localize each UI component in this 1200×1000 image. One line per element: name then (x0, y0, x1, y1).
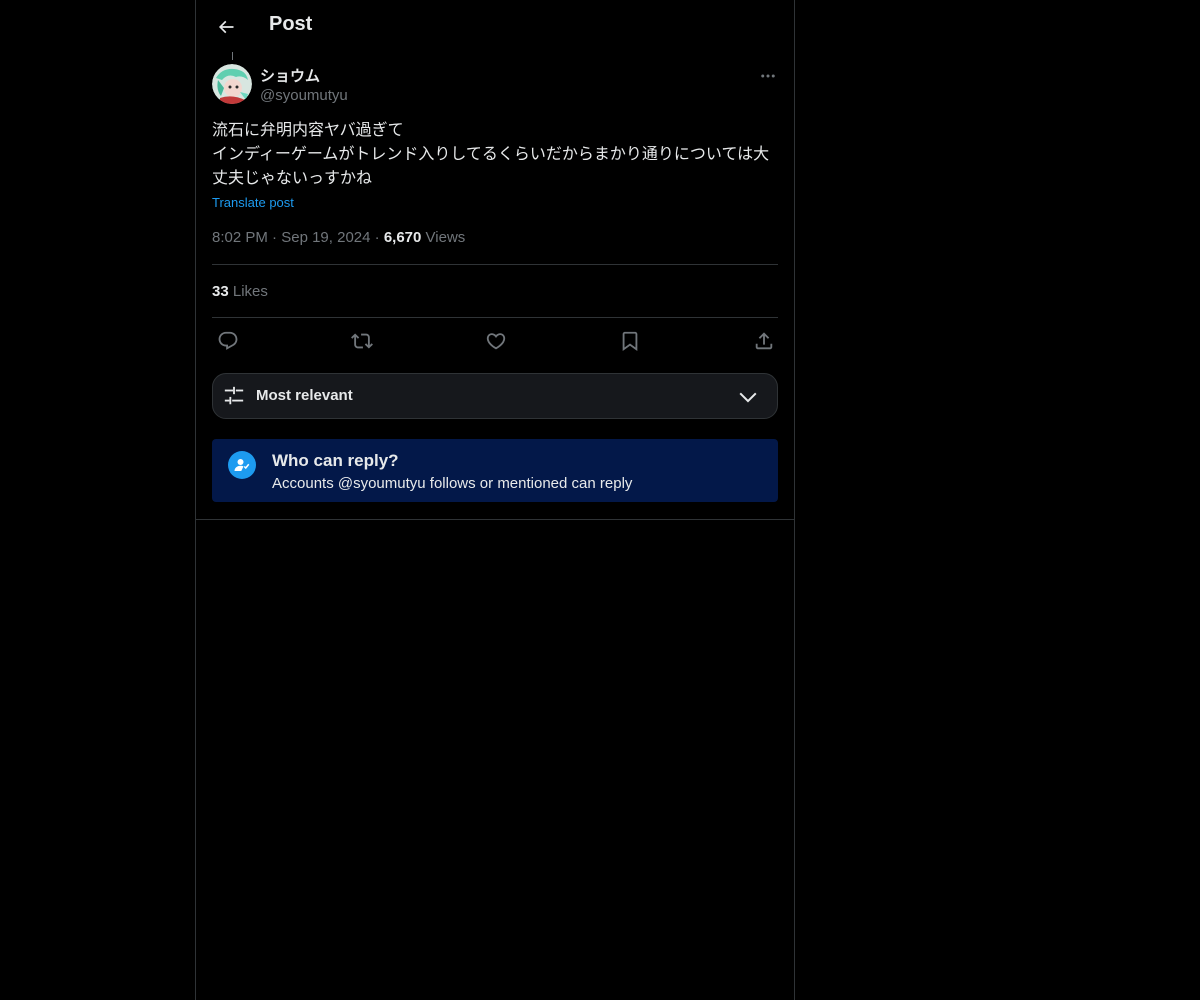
bookmark-button[interactable] (618, 329, 642, 353)
author-handle[interactable]: @syoumutyu (260, 87, 348, 104)
meta-separator: · (272, 229, 278, 246)
like-button[interactable] (484, 329, 508, 353)
reply-button[interactable] (216, 329, 240, 353)
likes-label: Likes (232, 283, 268, 300)
chevron-down-icon (737, 386, 759, 408)
who-can-reply-notice: Who can reply? Accounts @syoumutyu follo… (212, 439, 778, 502)
sliders-icon (223, 385, 245, 407)
post-time[interactable]: 8:02 PM (212, 229, 268, 246)
arrow-left-icon (216, 17, 236, 37)
more-options-button[interactable] (756, 64, 780, 88)
post-date[interactable]: Sep 19, 2024 (281, 229, 370, 246)
sort-label: Most relevant (256, 387, 353, 404)
meta-separator: · (374, 229, 380, 246)
more-icon (759, 67, 777, 85)
post-column: Post ショウム @syoumutyu 流石に弁明内容ヤバ過ぎて インディーゲ… (195, 0, 795, 1000)
thread-connector (232, 52, 233, 60)
repost-icon (351, 330, 373, 352)
post-meta: 8:02 PM · Sep 19, 2024 · 6,670 Views (212, 229, 465, 246)
reply-icon (217, 330, 239, 352)
share-button[interactable] (752, 329, 776, 353)
page-title: Post (269, 13, 313, 35)
views-label: Views (425, 229, 466, 246)
likes-count: 33 (212, 283, 229, 300)
repost-button[interactable] (350, 329, 374, 353)
divider (212, 264, 778, 265)
who-can-reply-subtitle: Accounts @syoumutyu follows or mentioned… (272, 475, 633, 492)
bookmark-icon (619, 330, 641, 352)
likes-stat[interactable]: 33 Likes (212, 283, 268, 300)
translate-post-link[interactable]: Translate post (212, 195, 294, 210)
user-check-icon (228, 451, 256, 479)
sort-replies-dropdown[interactable]: Most relevant (212, 373, 778, 419)
post-text: 流石に弁明内容ヤバ過ぎて インディーゲームがトレンド入りしてるくらいだからまかり… (212, 122, 770, 187)
share-icon (753, 330, 775, 352)
post-header: Post (196, 0, 794, 54)
divider (196, 519, 794, 520)
back-button[interactable] (208, 9, 244, 45)
author-name[interactable]: ショウム (260, 65, 320, 86)
divider (212, 317, 778, 318)
avatar[interactable] (212, 64, 252, 104)
views-count: 6,670 (383, 229, 422, 246)
who-can-reply-title: Who can reply? (272, 451, 399, 470)
like-icon (485, 330, 507, 352)
